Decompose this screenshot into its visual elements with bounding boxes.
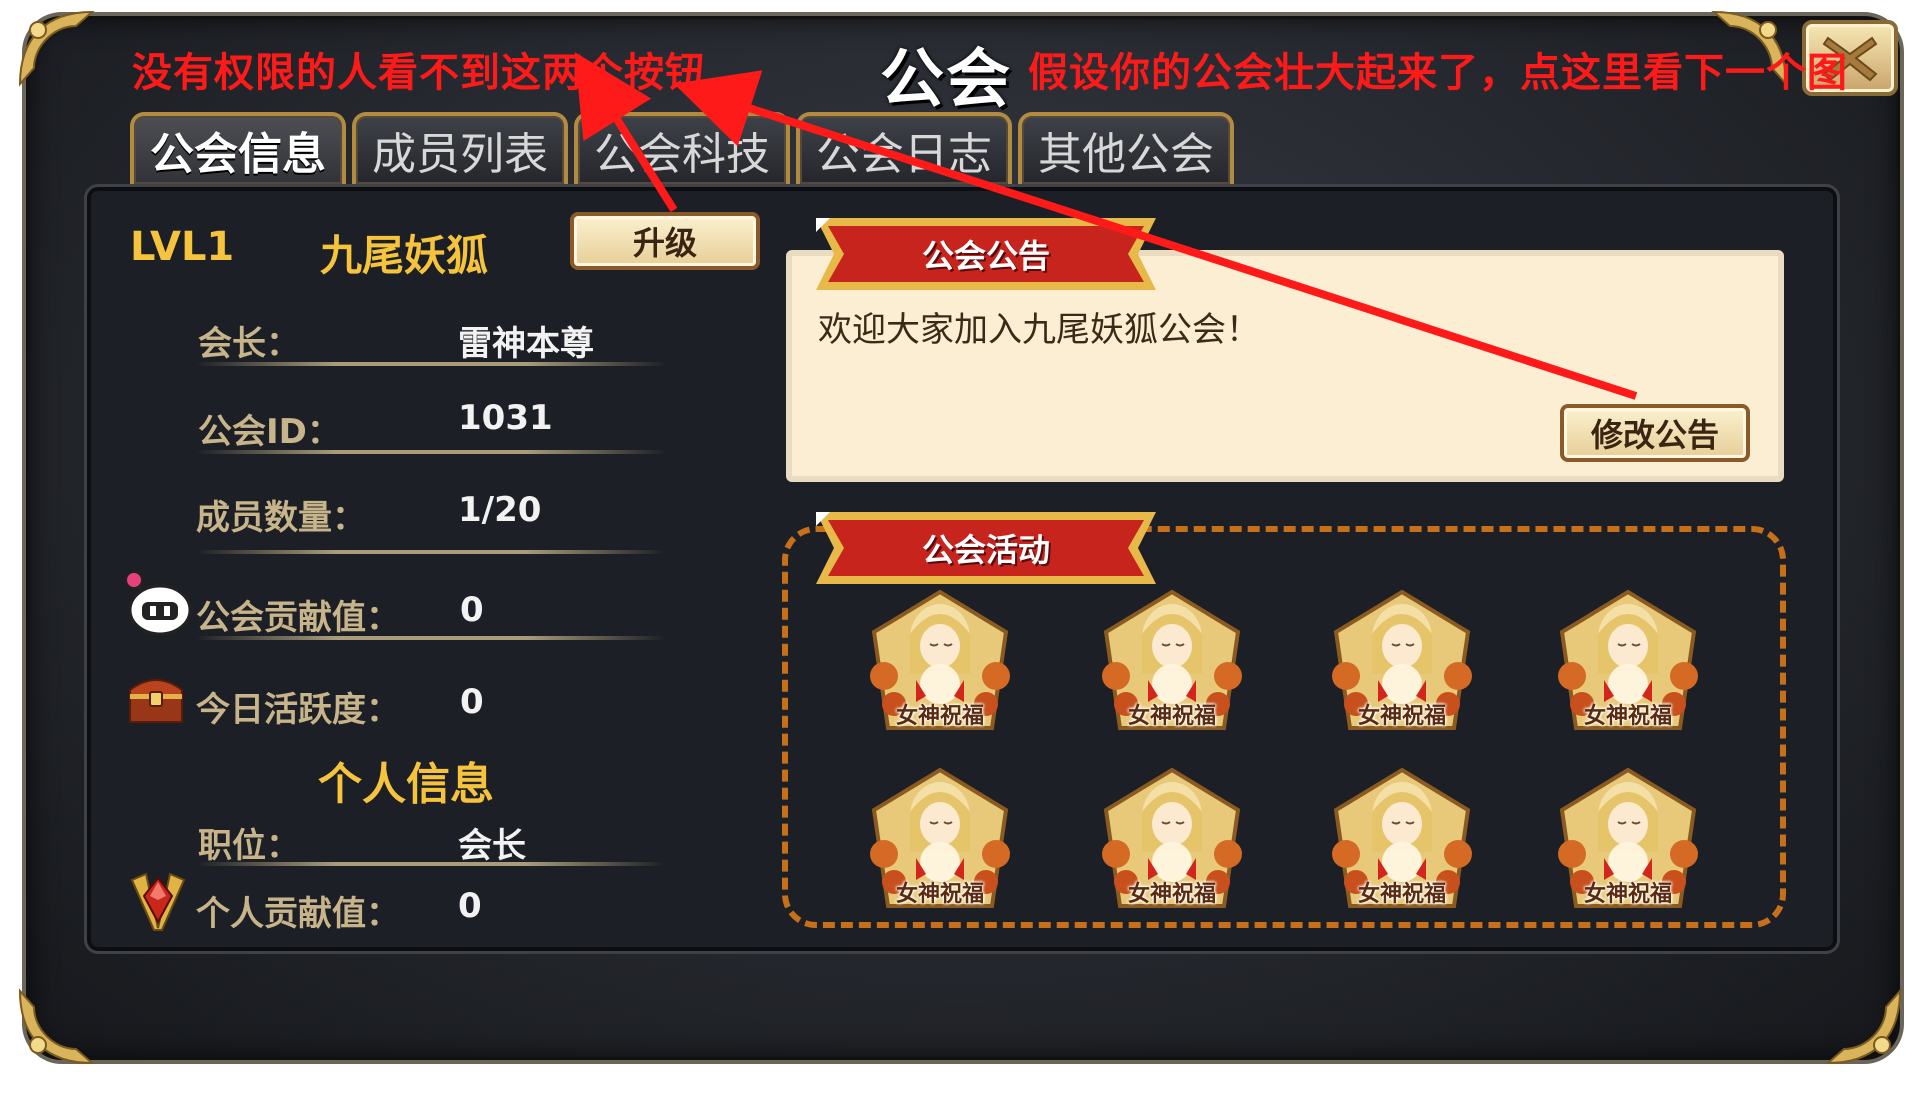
personal-info-title: 个人信息: [318, 759, 494, 810]
tab-member-list[interactable]: 成员列表: [352, 112, 568, 184]
divider: [196, 636, 666, 640]
tab-guild-info[interactable]: 公会信息: [130, 112, 346, 184]
divider: [196, 362, 666, 366]
activity-label: 女神祝福: [1583, 882, 1672, 907]
annotation-next-image-note: 假设你的公会壮大起来了，点这里看下一个图: [1028, 50, 1848, 96]
goddess-blessing-activity[interactable]: 女神祝福: [860, 762, 1020, 922]
activity-label: 女神祝福: [1127, 882, 1216, 907]
activity-label: 女神祝福: [1357, 704, 1446, 729]
activity-label: 女神祝福: [895, 882, 984, 907]
goddess-blessing-activity[interactable]: 女神祝福: [1548, 762, 1708, 922]
activity-label: 女神祝福: [1583, 704, 1672, 729]
goddess-blessing-activity[interactable]: 女神祝福: [1092, 584, 1252, 744]
leader-label: 会长：: [198, 324, 300, 364]
tab-other-guilds[interactable]: 其他公会: [1018, 112, 1234, 184]
activity-label: 女神祝福: [1357, 882, 1446, 907]
treasure-chest-icon: [126, 670, 186, 726]
activity-banner-title: 公会活动: [921, 531, 1050, 569]
notice-text: 欢迎大家加入九尾妖狐公会！: [818, 310, 1260, 350]
goddess-blessing-activity[interactable]: 女神祝福: [1322, 584, 1482, 744]
daily-activity-value: 0: [460, 682, 484, 722]
edit-notice-button[interactable]: 修改公告: [1560, 404, 1750, 462]
activity-label: 女神祝福: [895, 704, 984, 729]
red-gem-icon: [128, 870, 188, 932]
notice-banner-title: 公会公告: [921, 237, 1050, 275]
bomberman-icon: [120, 570, 192, 636]
goddess-blessing-activity[interactable]: 女神祝福: [1548, 584, 1708, 744]
goddess-blessing-activity[interactable]: 女神祝福: [1092, 762, 1252, 922]
tab-guild-log[interactable]: 公会日志: [796, 112, 1012, 184]
goddess-blessing-activity[interactable]: 女神祝福: [860, 584, 1020, 744]
tab-bar: 公会信息 成员列表 公会科技 公会日志 其他公会: [130, 112, 1234, 184]
leader-value: 雷神本尊: [458, 324, 594, 364]
annotation-permission-note: 没有权限的人看不到这两个按钮: [132, 50, 706, 96]
divider: [196, 450, 666, 454]
daily-activity-label: 今日活跃度：: [196, 690, 400, 730]
position-value: 会长: [458, 826, 526, 866]
guild-name: 九尾妖狐: [320, 231, 489, 280]
upgrade-button[interactable]: 升级: [570, 212, 760, 270]
position-label: 职位：: [198, 826, 300, 866]
notice-banner: 公会公告: [816, 218, 1156, 290]
corner-ornament-icon: [16, 8, 96, 88]
corner-ornament-icon: [16, 987, 96, 1067]
corner-ornament-icon: [1824, 987, 1904, 1067]
member-count-value: 1/20: [458, 490, 542, 530]
guild-id-value: 1031: [458, 398, 553, 438]
activity-banner: 公会活动: [816, 512, 1156, 584]
guild-contribution-value: 0: [460, 590, 484, 630]
divider: [196, 550, 666, 554]
personal-contribution-label: 个人贡献值：: [196, 894, 400, 934]
dialog-title: 公会: [880, 43, 1012, 117]
personal-contribution-value: 0: [458, 886, 482, 926]
member-count-label: 成员数量：: [196, 498, 366, 538]
tab-guild-tech[interactable]: 公会科技: [574, 112, 790, 184]
goddess-blessing-activity[interactable]: 女神祝福: [1322, 762, 1482, 922]
divider: [196, 862, 666, 866]
guild-level: LVL1: [130, 224, 235, 270]
guild-id-label: 公会ID：: [198, 412, 341, 452]
activity-label: 女神祝福: [1127, 704, 1216, 729]
guild-contribution-label: 公会贡献值：: [196, 598, 400, 638]
